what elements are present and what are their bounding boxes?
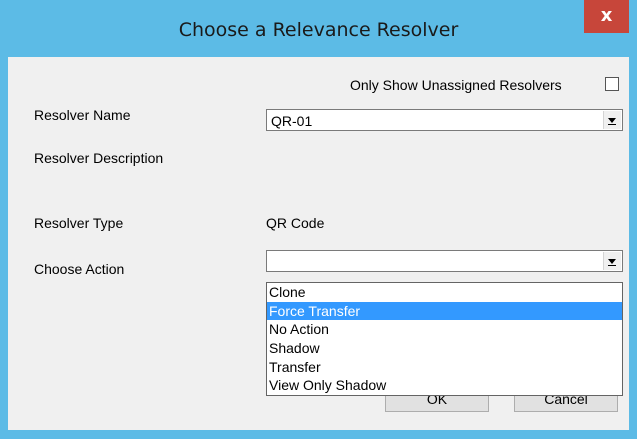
dialog-title: Choose a Relevance Resolver [178,19,459,41]
resolver-name-value: QR-01 [271,113,313,129]
resolver-type-label: Resolver Type [34,215,124,231]
only-unassigned-label[interactable]: Only Show Unassigned Resolvers [350,77,562,93]
action-option-view-only-shadow[interactable]: View Only Shadow [267,376,622,395]
resolver-name-label: Resolver Name [34,107,131,123]
resolver-description-label: Resolver Description [34,150,164,166]
action-option-no-action[interactable]: No Action [267,320,622,339]
dropdown-arrow-icon[interactable] [603,252,621,270]
action-option-force-transfer[interactable]: Force Transfer [267,301,622,321]
only-unassigned-checkbox[interactable] [605,77,619,91]
choose-action-select[interactable] [266,250,623,272]
close-button[interactable]: x [584,0,629,33]
choose-action-label: Choose Action [34,261,125,277]
dialog-window: Choose a Relevance Resolver x Only Show … [0,0,637,439]
action-option-shadow[interactable]: Shadow [267,339,622,358]
title-bar[interactable]: Choose a Relevance Resolver x [0,0,637,57]
action-option-clone[interactable]: Clone [267,283,622,302]
choose-action-dropdown-list[interactable]: Clone Force Transfer No Action Shadow Tr… [266,282,623,396]
action-option-transfer[interactable]: Transfer [267,358,622,377]
dropdown-arrow-icon[interactable] [603,111,621,129]
resolver-name-select[interactable]: QR-01 [266,109,623,131]
resolver-type-value: QR Code [266,215,325,231]
